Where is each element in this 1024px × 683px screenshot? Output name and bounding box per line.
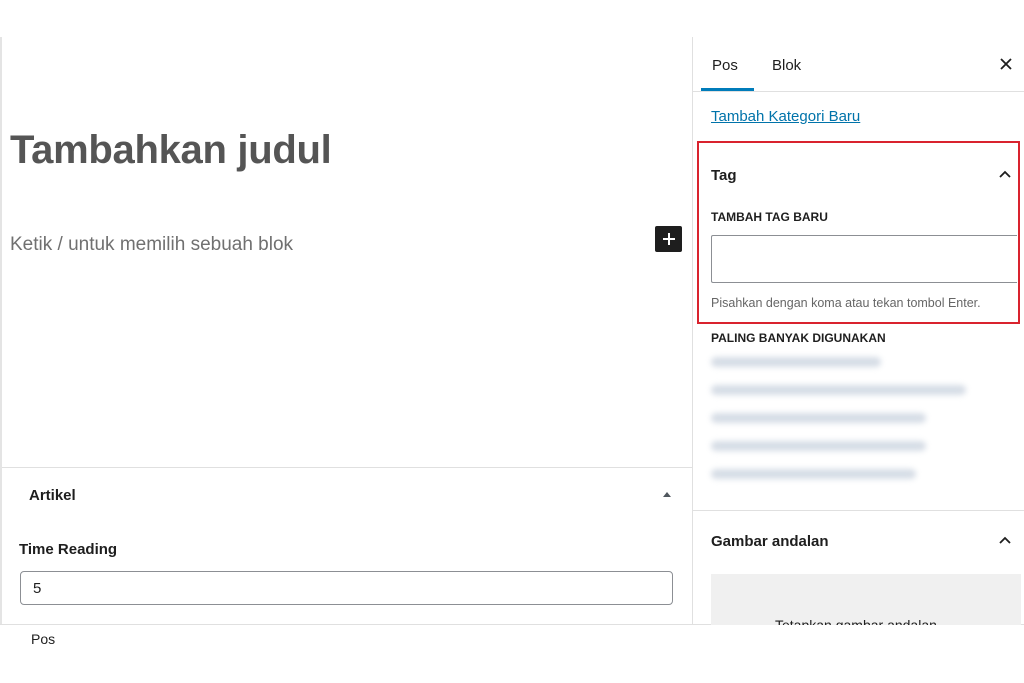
most-used-tag-item[interactable] [711,357,881,367]
breadcrumb-item-pos[interactable]: Pos [31,631,55,647]
metabox-title: Artikel [29,487,76,504]
featured-image-panel: Gambar andalan Tetapkan gambar andalan [693,510,1024,625]
block-inserter-button[interactable] [655,226,682,252]
most-used-tags-label: PALING BANYAK DIGUNAKAN [711,331,886,345]
chevron-up-icon[interactable] [998,536,1012,545]
most-used-tag-item[interactable] [711,469,916,479]
tag-panel-title[interactable]: Tag [711,167,737,184]
add-tag-label: TAMBAH TAG BARU [711,210,828,224]
metabox-artikel: Artikel Time Reading [2,467,692,624]
block-placeholder[interactable]: Ketik / untuk memilih sebuah blok [10,234,293,256]
triangle-up-icon[interactable] [660,488,674,500]
most-used-tag-item[interactable] [711,413,926,423]
tab-pos[interactable]: Pos [712,57,738,74]
chevron-up-icon[interactable] [998,170,1012,179]
featured-image-dropzone-text: Tetapkan gambar andalan [775,617,937,625]
most-used-tags-list [711,357,991,497]
time-reading-input[interactable] [20,571,673,605]
set-featured-image-button[interactable]: Tetapkan gambar andalan [711,574,1021,625]
add-tag-input[interactable] [711,235,1017,283]
sidebar-tabs: Pos Blok [693,37,1024,92]
tab-blok[interactable]: Blok [772,57,801,74]
tag-help-text: Pisahkan dengan koma atau tekan tombol E… [711,296,981,310]
block-breadcrumb-bar: Pos [0,624,1024,652]
active-tab-indicator [701,88,754,91]
most-used-tag-item[interactable] [711,385,966,395]
close-icon[interactable] [998,56,1014,72]
settings-sidebar: Pos Blok Tambah Kategori Baru Tag TAMBAH… [692,37,1024,625]
time-reading-label: Time Reading [19,541,118,558]
most-used-tag-item[interactable] [711,441,926,451]
add-category-link[interactable]: Tambah Kategori Baru [711,108,860,125]
featured-image-title[interactable]: Gambar andalan [711,533,829,550]
post-title-input[interactable]: Tambahkan judul [10,130,332,170]
plus-icon [662,233,675,245]
